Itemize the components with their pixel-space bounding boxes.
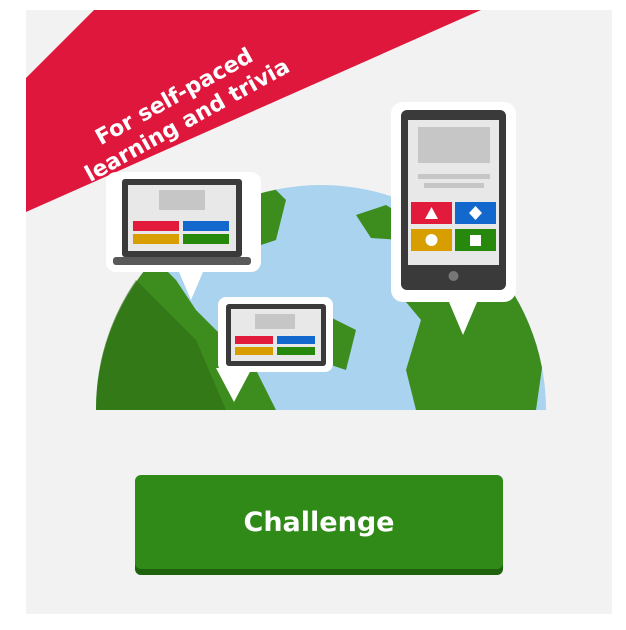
home-button xyxy=(448,271,459,281)
world-devices-illustration xyxy=(26,10,546,410)
square-icon xyxy=(470,235,481,246)
circle-icon xyxy=(425,234,438,246)
phone-device xyxy=(391,102,516,335)
challenge-button[interactable]: Challenge xyxy=(135,475,503,569)
challenge-card: For self-paced learning and trivia Chall… xyxy=(26,10,612,614)
